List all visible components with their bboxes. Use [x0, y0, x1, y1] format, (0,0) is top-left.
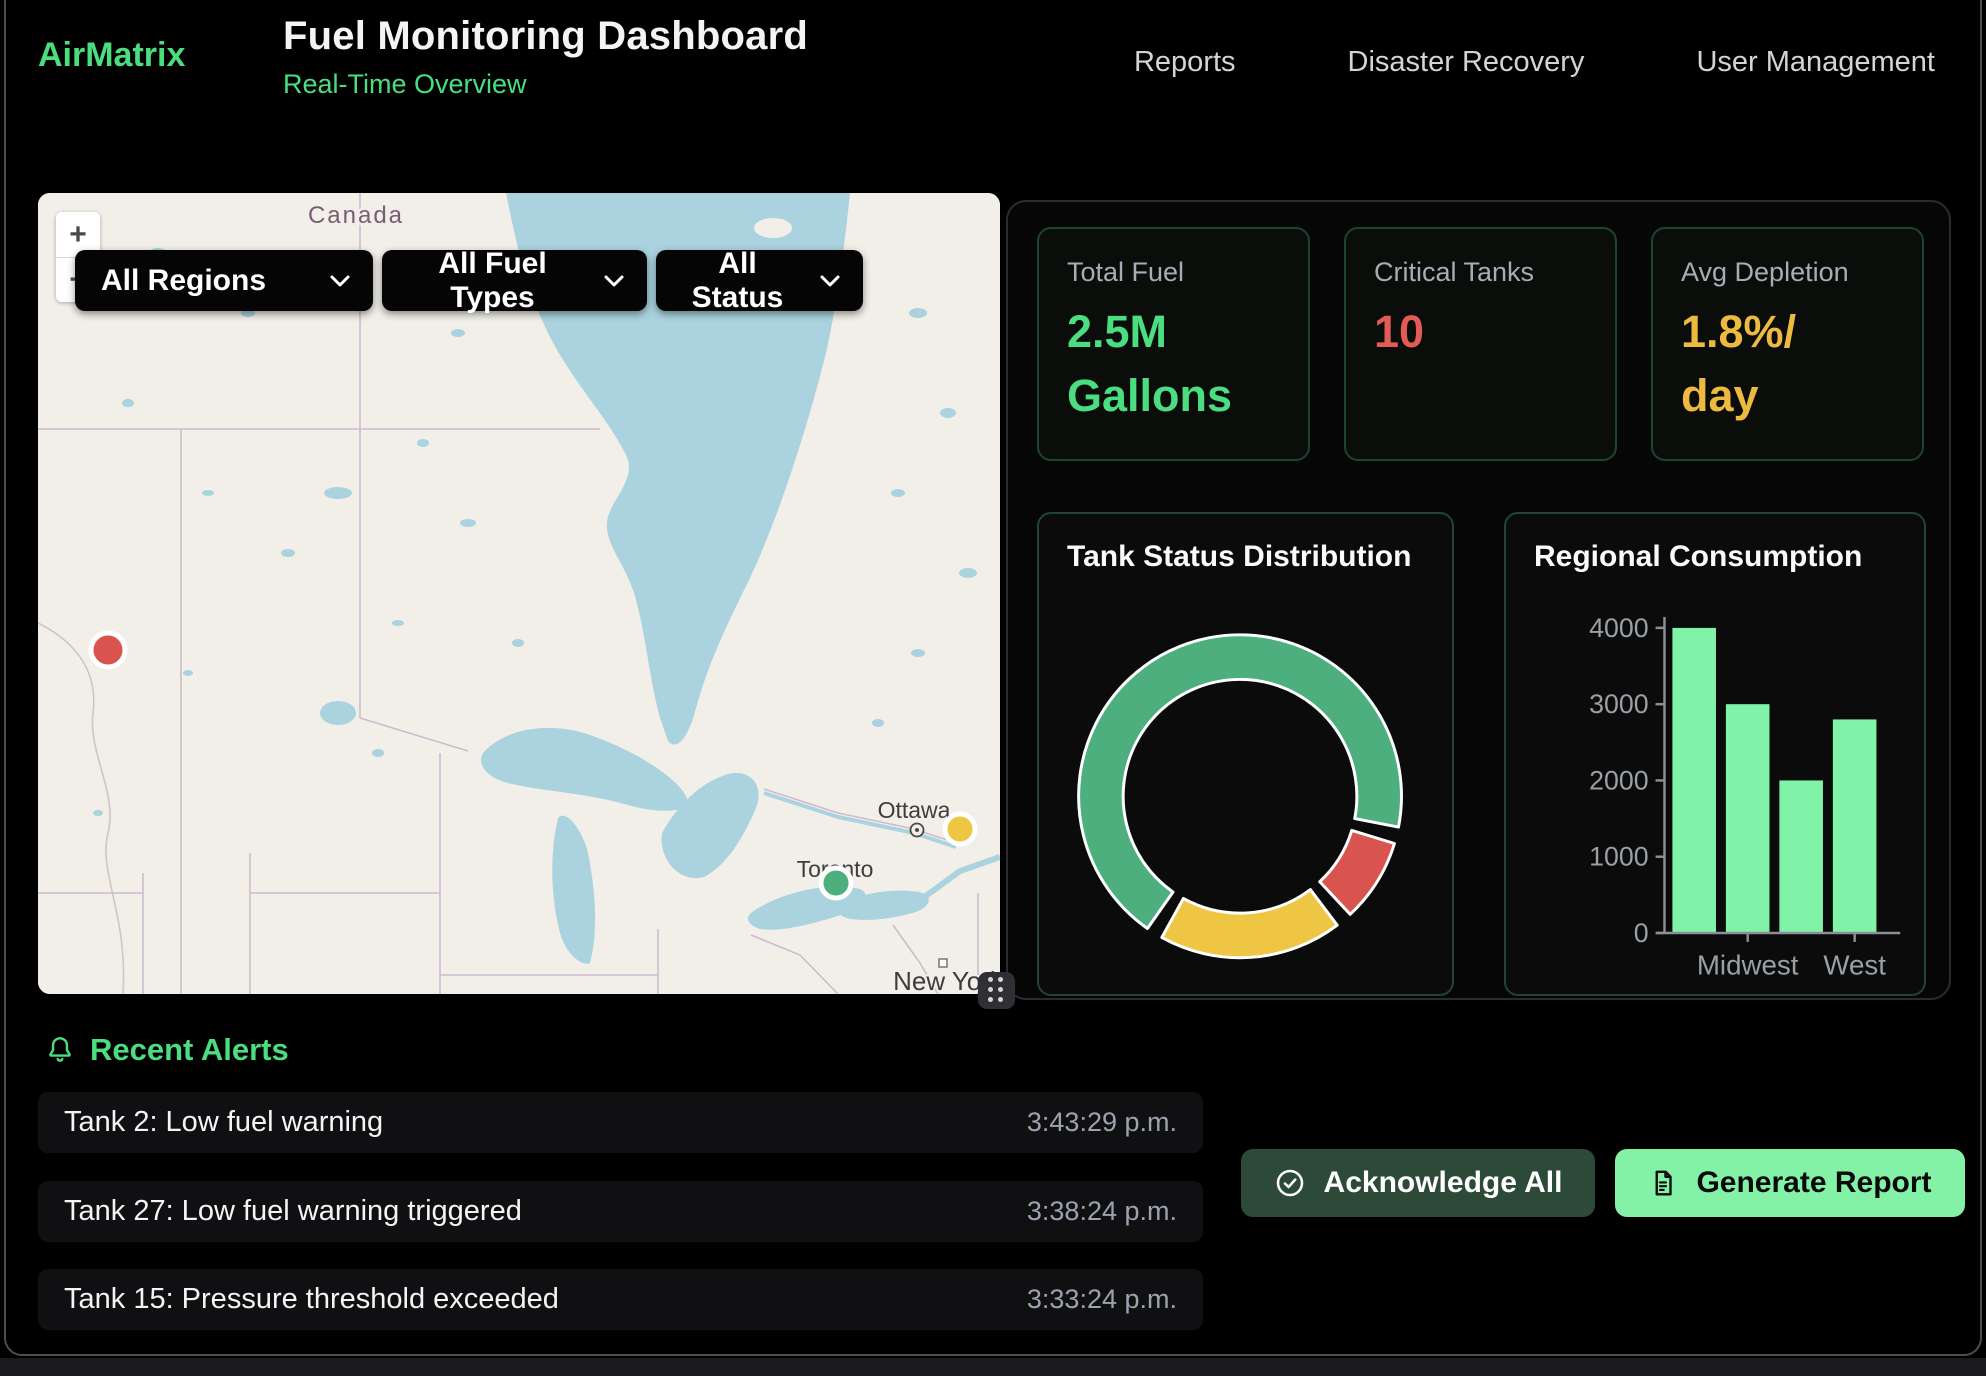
region-filter-dropdown[interactable]: All Regions: [75, 250, 373, 311]
stat-label: Total Fuel: [1067, 257, 1280, 288]
map-island: [754, 218, 792, 238]
regional-consumption-chart-card: Regional Consumption 01000200030004000Mi…: [1504, 512, 1926, 996]
ottawa-town-icon: [911, 824, 924, 837]
alert-message: Tank 15: Pressure threshold exceeded: [64, 1283, 559, 1316]
bar-region-1: [1672, 628, 1716, 933]
stat-value-line: day: [1681, 364, 1894, 428]
alert-timestamp: 3:43:29 p.m.: [1027, 1107, 1177, 1138]
status-filter-label: All Status: [682, 247, 793, 315]
alert-timestamp: 3:38:24 p.m.: [1027, 1196, 1177, 1227]
stat-value-line: 2.5M: [1067, 300, 1280, 364]
generate-report-button[interactable]: Generate Report: [1615, 1149, 1965, 1217]
stat-label: Avg Depletion: [1681, 257, 1894, 288]
alert-message: Tank 2: Low fuel warning: [64, 1106, 383, 1139]
chevron-down-icon: [819, 274, 841, 288]
document-icon: [1648, 1168, 1678, 1198]
nav-item-disaster-recovery[interactable]: Disaster Recovery: [1348, 46, 1585, 79]
alert-row[interactable]: Tank 27: Low fuel warning triggered 3:38…: [38, 1181, 1203, 1242]
stat-card-total-fuel: Total Fuel 2.5M Gallons: [1037, 227, 1310, 461]
stat-value-line: Gallons: [1067, 364, 1280, 428]
chevron-down-icon: [603, 274, 625, 288]
header: AirMatrix Fuel Monitoring Dashboard Real…: [0, 0, 1986, 125]
map-filter-bar: All Regions All Fuel Types All Status: [75, 250, 863, 311]
map[interactable]: Canada Ottawa Toronto New York + − All R…: [38, 193, 1000, 994]
alert-timestamp: 3:33:24 p.m.: [1027, 1284, 1177, 1315]
x-tick-label: Midwest: [1697, 950, 1799, 981]
metrics-panel: Total Fuel 2.5M Gallons Critical Tanks 1…: [1006, 200, 1951, 1000]
stat-value-critical-tanks: 10: [1374, 300, 1587, 364]
tank-marker-normal[interactable]: [821, 868, 851, 898]
stat-label: Critical Tanks: [1374, 257, 1587, 288]
alert-message: Tank 27: Low fuel warning triggered: [64, 1195, 522, 1228]
tank-marker-warning[interactable]: [945, 814, 975, 844]
stat-value-line: 10: [1374, 300, 1587, 364]
stat-value-avg-depletion: 1.8%/ day: [1681, 300, 1894, 428]
donut-segment-warning: [1162, 890, 1337, 958]
alerts-title: Recent Alerts: [90, 1032, 289, 1068]
region-filter-label: All Regions: [101, 264, 266, 298]
generate-report-label: Generate Report: [1696, 1166, 1931, 1200]
y-tick-label: 2000: [1589, 765, 1648, 795]
stats-row: Total Fuel 2.5M Gallons Critical Tanks 1…: [1037, 227, 1924, 461]
charts-row: Tank Status Distribution Regional Consum…: [1037, 512, 1926, 996]
bar-midwest: [1726, 704, 1770, 933]
bar-region-3: [1779, 780, 1823, 933]
page-title: Fuel Monitoring Dashboard: [283, 14, 808, 59]
y-tick-label: 4000: [1589, 613, 1648, 643]
alerts-header: Recent Alerts: [44, 1032, 289, 1068]
title-block: Fuel Monitoring Dashboard Real-Time Over…: [283, 14, 808, 100]
fuel-type-filter-dropdown[interactable]: All Fuel Types: [382, 250, 647, 311]
y-tick-label: 0: [1634, 918, 1649, 948]
regional-consumption-bar-chart: 0 1000 2000 3000 4000 Midwest West: [1506, 514, 1924, 993]
check-circle-icon: [1274, 1167, 1306, 1199]
bell-icon: [44, 1034, 76, 1066]
tank-status-donut-chart: [1039, 514, 1452, 993]
x-tick-label: West: [1823, 950, 1886, 981]
stat-value-total-fuel: 2.5M Gallons: [1067, 300, 1280, 428]
fuel-type-filter-label: All Fuel Types: [408, 247, 577, 315]
nav-item-user-management[interactable]: User Management: [1696, 46, 1935, 79]
tank-marker-critical[interactable]: [91, 633, 125, 667]
page-subtitle: Real-Time Overview: [283, 69, 808, 100]
dashboard-page: AirMatrix Fuel Monitoring Dashboard Real…: [0, 0, 1986, 1376]
y-tick-label: 1000: [1589, 842, 1648, 872]
tank-status-chart-card: Tank Status Distribution: [1037, 512, 1454, 996]
map-label-ottawa: Ottawa: [878, 797, 951, 823]
acknowledge-all-button[interactable]: Acknowledge All: [1241, 1149, 1595, 1217]
bottom-strip: [0, 1358, 1986, 1376]
nav-item-reports[interactable]: Reports: [1134, 46, 1236, 79]
main-nav: Reports Disaster Recovery User Managemen…: [1134, 0, 1935, 125]
acknowledge-all-label: Acknowledge All: [1324, 1166, 1563, 1200]
donut-segment-critical: [1320, 830, 1395, 914]
map-label-canada: Canada: [308, 202, 404, 229]
stat-card-critical-tanks: Critical Tanks 10: [1344, 227, 1617, 461]
alert-row[interactable]: Tank 15: Pressure threshold exceeded 3:3…: [38, 1269, 1203, 1330]
stat-card-avg-depletion: Avg Depletion 1.8%/ day: [1651, 227, 1924, 461]
map-resize-handle[interactable]: [978, 972, 1015, 1009]
bar-west: [1833, 719, 1877, 933]
chevron-down-icon: [329, 274, 351, 288]
brand-logo[interactable]: AirMatrix: [38, 36, 185, 75]
alert-row[interactable]: Tank 2: Low fuel warning 3:43:29 p.m.: [38, 1092, 1203, 1153]
status-filter-dropdown[interactable]: All Status: [656, 250, 863, 311]
stat-value-line: 1.8%/: [1681, 300, 1894, 364]
y-tick-label: 3000: [1589, 689, 1648, 719]
